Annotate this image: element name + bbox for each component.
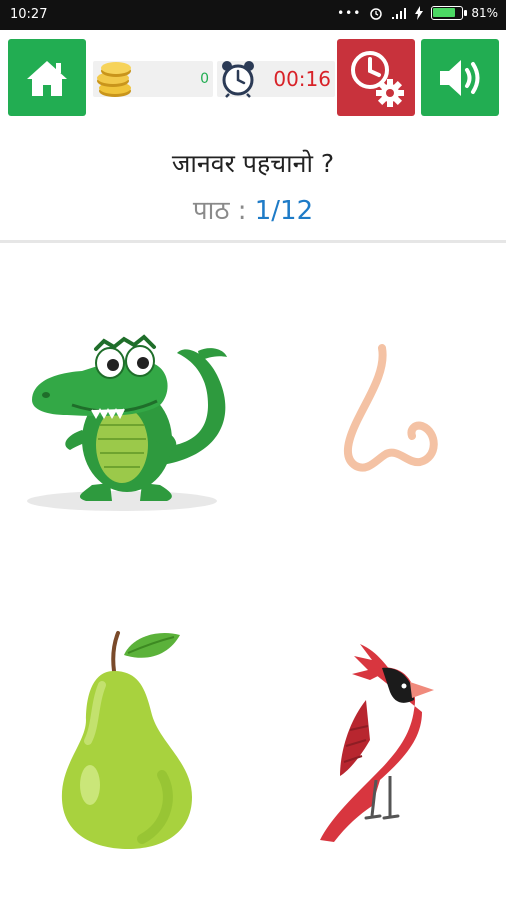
status-bar: 10:27 ••• 81% xyxy=(0,0,506,30)
timer-display: 00:16 xyxy=(217,61,335,98)
coin-stack-icon xyxy=(97,62,131,97)
sound-toggle-button[interactable] xyxy=(421,39,499,116)
nose-image xyxy=(343,344,438,472)
option-nose[interactable] xyxy=(253,245,506,575)
timer-settings-button[interactable] xyxy=(337,39,415,116)
divider xyxy=(0,240,506,243)
option-pear[interactable] xyxy=(0,575,253,900)
timer-value: 00:16 xyxy=(273,67,331,91)
option-crocodile[interactable] xyxy=(0,245,253,575)
home-icon xyxy=(27,60,67,96)
alarm-icon xyxy=(370,8,383,20)
question-text: जानवर पहचानो ? xyxy=(171,149,335,178)
game-toolbar: 0 00:16 xyxy=(0,30,506,125)
crocodile-image xyxy=(26,334,227,511)
alarm-clock-icon xyxy=(222,61,254,98)
charging-icon xyxy=(415,6,424,20)
option-cardinal-bird[interactable] xyxy=(253,575,506,900)
speaker-icon xyxy=(440,59,480,96)
clock-settings-icon xyxy=(351,50,404,107)
signal-icon xyxy=(392,7,407,19)
pear-image xyxy=(61,631,192,849)
coin-counter: 0 xyxy=(93,61,213,97)
lesson-label: पाठ : xyxy=(192,196,247,226)
coin-count: 0 xyxy=(200,71,209,87)
status-time: 10:27 xyxy=(10,7,48,22)
battery-icon xyxy=(431,6,468,20)
battery-percent: 81% xyxy=(471,6,498,20)
home-button[interactable] xyxy=(8,39,86,116)
cardinal-bird-image xyxy=(319,644,434,842)
lesson-progress: पाठ : 1/12 xyxy=(0,191,506,227)
lesson-progress-value: 1/12 xyxy=(254,196,314,226)
status-icons: ••• 81% xyxy=(337,6,498,20)
more-icon: ••• xyxy=(337,6,362,20)
